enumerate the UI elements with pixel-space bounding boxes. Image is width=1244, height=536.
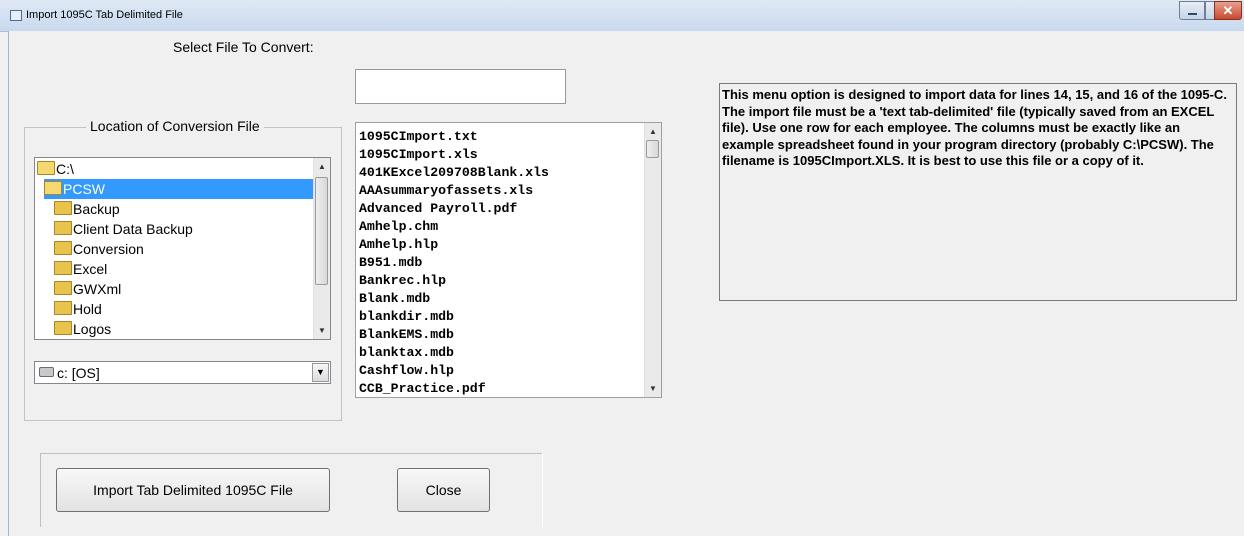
file-list-item[interactable]: 401KExcel209708Blank.xls xyxy=(359,164,549,182)
directory-item-label: C:\ xyxy=(56,161,74,177)
folder-icon xyxy=(54,201,72,215)
folder-icon xyxy=(54,321,72,335)
directory-item[interactable]: Logos xyxy=(54,319,111,339)
scroll-thumb[interactable] xyxy=(646,140,659,158)
close-icon: ✕ xyxy=(1222,3,1234,18)
import-button[interactable]: Import Tab Delimited 1095C File xyxy=(56,468,330,512)
file-scrollbar[interactable]: ▲ ▼ xyxy=(644,123,661,397)
close-window-button[interactable]: ✕ xyxy=(1214,1,1242,20)
directory-item-label: GWXml xyxy=(73,281,122,297)
scroll-down-arrow-icon[interactable]: ▼ xyxy=(645,380,661,397)
scroll-down-arrow-icon[interactable]: ▼ xyxy=(314,322,330,339)
location-group-legend: Location of Conversion File xyxy=(86,118,264,134)
scroll-up-arrow-icon[interactable]: ▲ xyxy=(645,123,661,140)
file-list-item[interactable]: Bankrec.hlp xyxy=(359,272,446,290)
info-panel: This menu option is designed to import d… xyxy=(719,83,1237,301)
directory-item[interactable]: PCSW xyxy=(44,179,323,199)
directory-item-label: Client Data Backup xyxy=(73,221,193,237)
file-list-item[interactable]: BlankEMS.mdb xyxy=(359,326,454,344)
directory-item-label: Excel xyxy=(73,261,108,277)
file-list-item[interactable]: Cashflow.hlp xyxy=(359,362,454,380)
minimize-button[interactable] xyxy=(1179,1,1205,20)
directory-item[interactable]: Client Data Backup xyxy=(54,219,193,239)
folder-open-icon xyxy=(37,161,55,175)
button-frame-edge xyxy=(542,453,543,527)
folder-icon xyxy=(54,221,72,235)
folder-open-icon xyxy=(44,181,62,195)
file-list-item[interactable]: 1095CImport.xls xyxy=(359,146,478,164)
directory-item-label: PCSW xyxy=(63,181,105,197)
dropdown-arrow-icon[interactable]: ▼ xyxy=(312,363,329,382)
info-text: This menu option is designed to import d… xyxy=(722,87,1227,168)
directory-item[interactable]: Excel xyxy=(54,259,107,279)
select-file-label: Select File To Convert: xyxy=(173,39,314,55)
folder-icon xyxy=(54,261,72,275)
drive-select[interactable]: c: [OS] ▼ xyxy=(34,361,331,384)
directory-item[interactable]: Backup xyxy=(54,199,120,219)
scroll-up-arrow-icon[interactable]: ▲ xyxy=(314,158,330,175)
file-list-item[interactable]: B951.mdb xyxy=(359,254,422,272)
app-icon xyxy=(10,10,22,21)
directory-item[interactable]: Hold xyxy=(54,299,102,319)
folder-icon xyxy=(54,241,72,255)
file-list-item[interactable]: CCB_Practice.pdf xyxy=(359,380,486,397)
directory-item-label: Conversion xyxy=(73,241,144,257)
minimize-icon xyxy=(1188,13,1197,15)
folder-icon xyxy=(54,301,72,315)
close-button[interactable]: Close xyxy=(397,468,490,512)
directory-item-label: Backup xyxy=(73,201,120,217)
directory-item[interactable]: C:\ xyxy=(37,159,74,179)
file-list-item[interactable]: blankdir.mdb xyxy=(359,308,454,326)
directory-item[interactable]: Conversion xyxy=(54,239,144,259)
file-list-item[interactable]: Blank.mdb xyxy=(359,290,430,308)
directory-scrollbar[interactable]: ▲ ▼ xyxy=(313,158,330,339)
title-bar[interactable]: Import 1095C Tab Delimited File ✕ xyxy=(0,0,1244,32)
file-list-item[interactable]: 1095CImport.txt xyxy=(359,128,478,146)
file-list-item[interactable]: blanktax.mdb xyxy=(359,344,454,362)
file-list-item[interactable]: AAAsummaryofassets.xls xyxy=(359,182,533,200)
file-list-item[interactable]: Advanced Payroll.pdf xyxy=(359,200,517,218)
window-title: Import 1095C Tab Delimited File xyxy=(26,9,183,21)
directory-list[interactable]: C:\ PCSW Backup Client Data Backup Conversio… xyxy=(34,157,331,340)
directory-item-label: Hold xyxy=(73,301,102,317)
select-file-input[interactable] xyxy=(355,69,566,104)
directory-item-label: Logos xyxy=(73,321,112,337)
scroll-thumb[interactable] xyxy=(315,177,328,285)
file-list-item[interactable]: Amhelp.chm xyxy=(359,218,438,236)
file-list[interactable]: 1095CImport.txt 1095CImport.xls 401KExcel2… xyxy=(355,122,662,398)
drive-icon xyxy=(39,367,54,377)
folder-icon xyxy=(54,281,72,295)
drive-label: c: [OS] xyxy=(57,365,100,381)
directory-item[interactable]: GWXml xyxy=(54,279,121,299)
file-list-item[interactable]: Amhelp.hlp xyxy=(359,236,438,254)
